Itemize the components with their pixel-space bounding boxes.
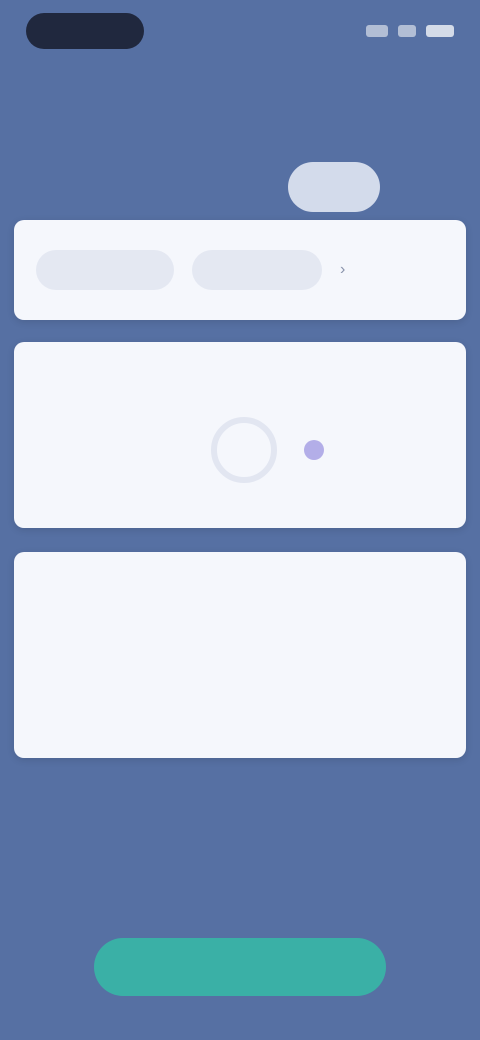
details-card — [14, 552, 466, 758]
chart-marker — [304, 440, 324, 460]
chevron-right-icon[interactable]: › — [340, 261, 345, 279]
header-badge[interactable] — [288, 162, 380, 212]
chart-ring — [211, 417, 277, 483]
battery-icon — [426, 25, 454, 37]
chart-graphic — [211, 417, 324, 483]
signal-icon — [366, 25, 388, 37]
filter-chip-b[interactable] — [192, 250, 322, 290]
chart-card — [14, 342, 466, 528]
status-icons — [366, 25, 454, 37]
header — [26, 110, 456, 212]
app-screen: › — [0, 0, 480, 1040]
status-pill — [26, 13, 144, 49]
primary-button[interactable] — [94, 938, 386, 996]
filter-card: › — [14, 220, 466, 320]
wifi-icon — [398, 25, 416, 37]
header-eyebrow — [26, 110, 456, 130]
status-bar — [0, 0, 480, 62]
filter-chip-a[interactable] — [36, 250, 174, 290]
